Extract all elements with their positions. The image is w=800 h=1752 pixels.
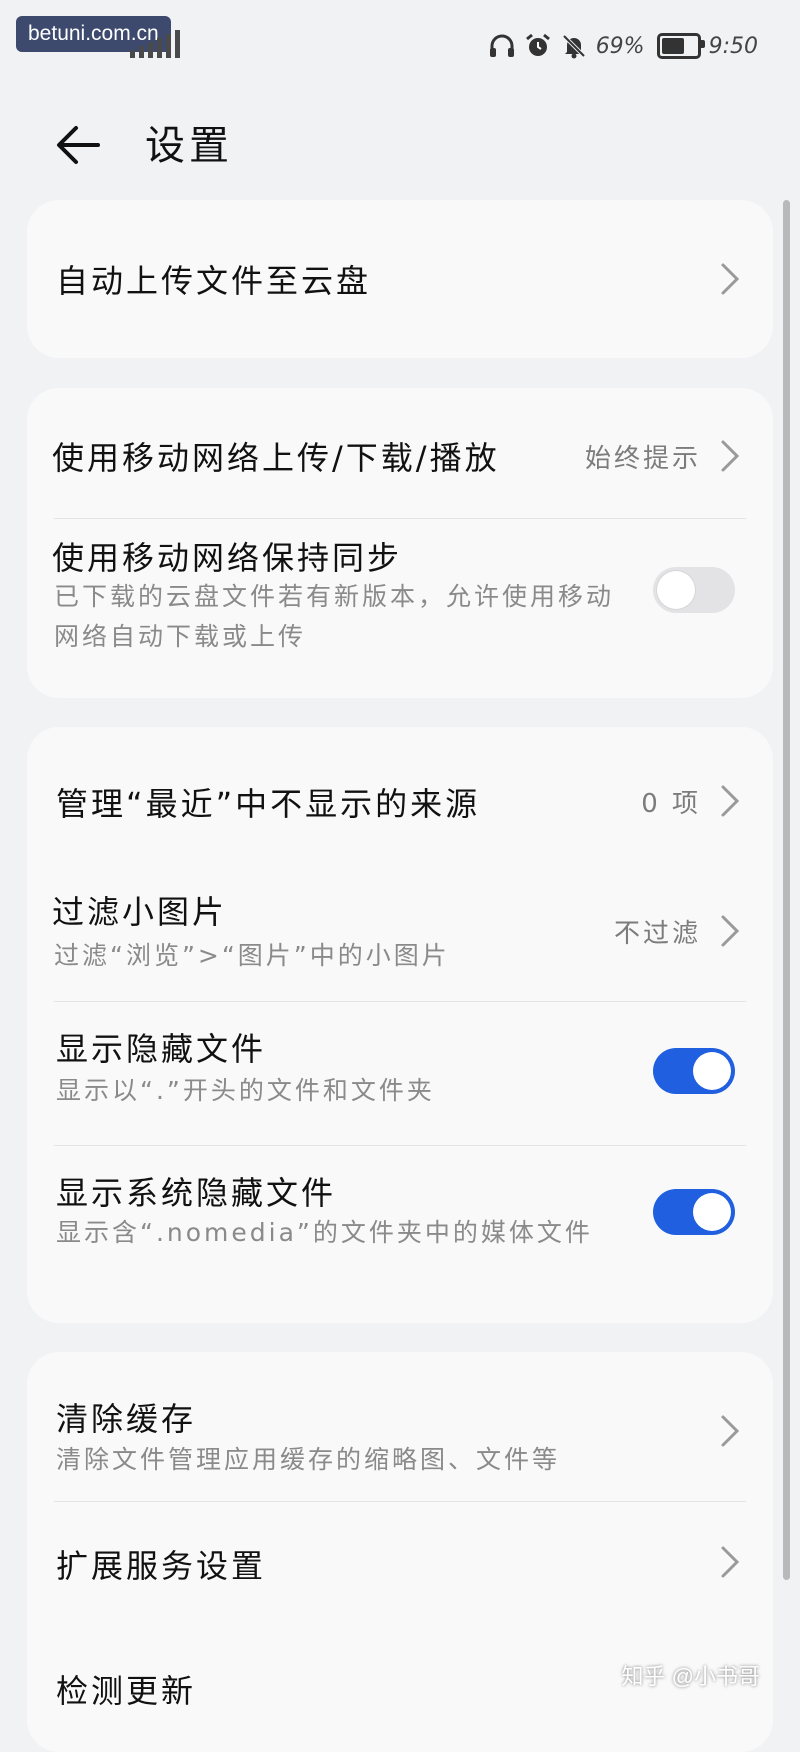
- mute-bell-icon: [560, 32, 588, 60]
- status-icons: 69% 9:50: [488, 28, 758, 64]
- mobile-transfer-row[interactable]: 使用移动网络上传/下载/播放 始终提示: [27, 388, 773, 518]
- clear-cache-row[interactable]: 清除缓存 清除文件管理应用缓存的缩略图、文件等: [27, 1352, 773, 1501]
- mobile-sync-row: 使用移动网络保持同步 已下载的云盘文件若有新版本，允许使用移动网络自动下载或上传: [27, 519, 773, 698]
- show-system-hidden-subtitle: 显示含“.nomedia”的文件夹中的媒体文件: [56, 1218, 593, 1247]
- card-mobile-network: 使用移动网络上传/下载/播放 始终提示 使用移动网络保持同步 已下载的云盘文件若…: [27, 388, 773, 698]
- headphones-icon: [488, 32, 516, 60]
- recent-sources-title: 管理“最近”中不显示的来源: [56, 785, 481, 823]
- toggle-knob: [657, 571, 695, 609]
- chevron-right-icon: [721, 915, 740, 947]
- chevron-right-icon: [721, 785, 740, 817]
- mobile-sync-toggle[interactable]: [653, 567, 735, 613]
- chevron-right-icon: [721, 440, 740, 472]
- mobile-sync-subtitle: 已下载的云盘文件若有新版本，允许使用移动网络自动下载或上传: [54, 582, 615, 651]
- filter-images-subtitle: 过滤“浏览”>“图片”中的小图片: [54, 941, 450, 970]
- recent-sources-row[interactable]: 管理“最近”中不显示的来源 0 项: [27, 727, 773, 865]
- filter-images-value: 不过滤: [613, 919, 701, 949]
- extension-services-title: 扩展服务设置: [56, 1547, 267, 1585]
- show-hidden-title: 显示隐藏文件: [56, 1030, 267, 1068]
- card-maintenance: 清除缓存 清除文件管理应用缓存的缩略图、文件等 扩展服务设置 检测更新: [27, 1352, 773, 1752]
- clear-cache-subtitle: 清除文件管理应用缓存的缩略图、文件等: [56, 1445, 561, 1474]
- battery-percent: 69%: [595, 33, 645, 59]
- filter-images-row[interactable]: 过滤小图片 过滤“浏览”>“图片”中的小图片 不过滤: [27, 865, 773, 1001]
- toggle-knob: [693, 1193, 731, 1231]
- show-hidden-row: 显示隐藏文件 显示以“.”开头的文件和文件夹: [27, 1002, 773, 1145]
- recent-sources-value: 0 项: [641, 789, 701, 819]
- back-button[interactable]: [52, 117, 108, 173]
- alarm-icon: [524, 32, 552, 60]
- show-system-hidden-title: 显示系统隐藏文件: [56, 1174, 337, 1212]
- show-hidden-subtitle: 显示以“.”开头的文件和文件夹: [56, 1076, 435, 1105]
- clock: 9:50: [708, 33, 758, 59]
- clear-cache-title: 清除缓存: [56, 1400, 197, 1438]
- watermark: 知乎 @小书哥: [621, 1664, 760, 1689]
- toggle-knob: [693, 1052, 731, 1090]
- chevron-right-icon: [721, 1415, 740, 1447]
- status-bar: betuni.com.cn 69% 9:50: [0, 0, 800, 95]
- show-system-hidden-toggle[interactable]: [653, 1189, 735, 1235]
- show-hidden-toggle[interactable]: [653, 1048, 735, 1094]
- arrow-left-icon: [57, 126, 100, 164]
- signal-icon: [130, 30, 202, 58]
- mobile-sync-title: 使用移动网络保持同步: [52, 539, 403, 577]
- chevron-right-icon: [721, 263, 740, 295]
- extension-services-row[interactable]: 扩展服务设置: [27, 1502, 773, 1627]
- app-header: 设置: [0, 95, 800, 195]
- card-auto-upload: 自动上传文件至云盘: [27, 200, 773, 358]
- chevron-right-icon: [721, 1546, 740, 1578]
- mobile-transfer-value: 始终提示: [584, 444, 701, 474]
- auto-upload-title: 自动上传文件至云盘: [56, 262, 372, 300]
- battery-icon: [656, 33, 705, 59]
- filter-images-title: 过滤小图片: [52, 893, 228, 931]
- check-update-title: 检测更新: [56, 1672, 197, 1710]
- scrollbar[interactable]: [783, 200, 790, 1580]
- show-system-hidden-row: 显示系统隐藏文件 显示含“.nomedia”的文件夹中的媒体文件: [27, 1146, 773, 1323]
- auto-upload-row[interactable]: 自动上传文件至云盘: [27, 200, 773, 358]
- card-display: 管理“最近”中不显示的来源 0 项 过滤小图片 过滤“浏览”>“图片”中的小图片…: [27, 727, 773, 1323]
- page-title: 设置: [145, 123, 233, 169]
- mobile-transfer-title: 使用移动网络上传/下载/播放: [52, 439, 500, 477]
